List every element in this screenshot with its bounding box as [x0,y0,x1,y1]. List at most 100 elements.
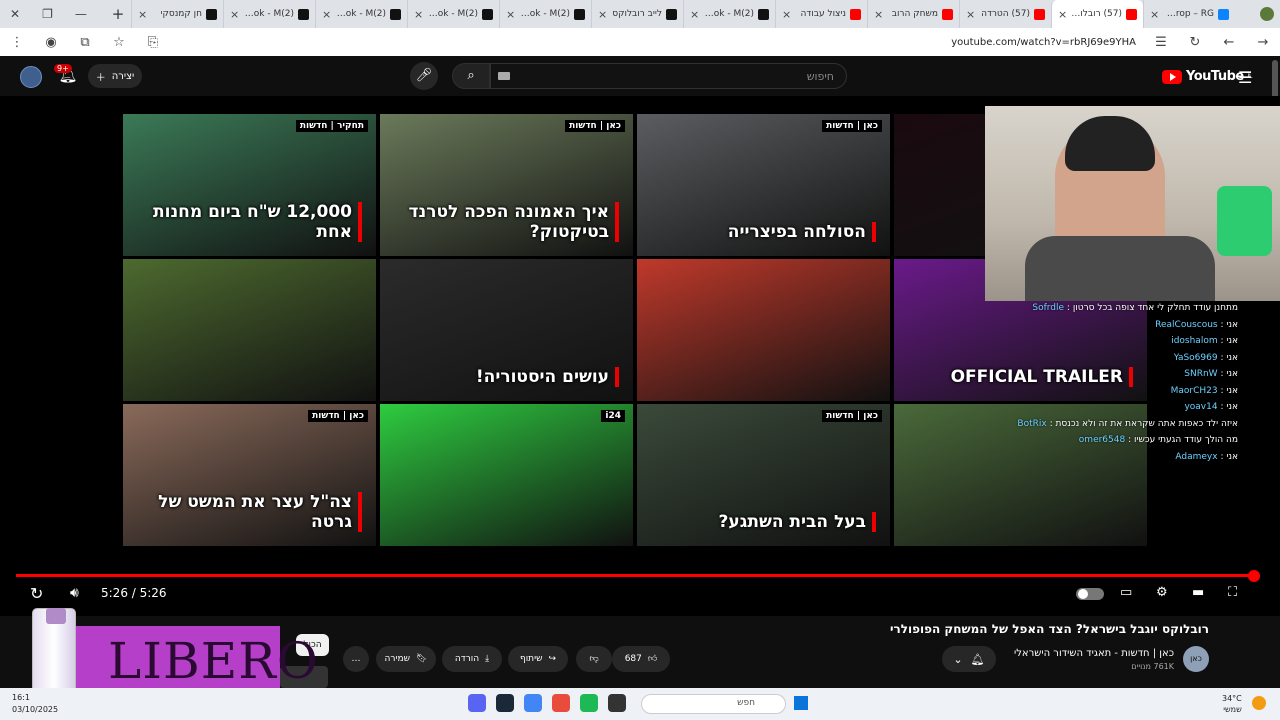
autoplay-toggle[interactable] [1076,588,1104,600]
endscreen-video-thumbnail[interactable]: i24 [380,404,633,546]
tab-close-icon[interactable]: × [506,8,515,21]
tab-close-icon[interactable]: × [782,8,791,21]
settings-gear-icon[interactable]: ⚙ [1156,585,1168,600]
weather-widget[interactable]: 34°C שמשי [1222,693,1242,715]
browser-tab[interactable]: (2)TikTok - M × [223,0,315,28]
headphones [1065,116,1155,171]
browser-tab[interactable]: (2)TikTok - M × [315,0,407,28]
endscreen-video-thumbnail[interactable] [637,259,890,401]
extension-icon[interactable]: ◉ [42,35,60,50]
url-field[interactable]: youtube.com/watch?v=rbRJ69e9YHA [178,37,1136,48]
side-panel-icon[interactable]: ⋮ [8,35,26,50]
endscreen-video-thumbnail[interactable] [123,259,376,401]
theater-mode-icon[interactable]: ▬ [1192,585,1204,600]
subscribed-bell-button[interactable]: ⌄ 🔔︎ [942,646,996,672]
browser-tab[interactable]: משחק הרוב × [867,0,959,28]
windows-start-icon[interactable] [794,696,808,710]
chat-text: אני [1226,402,1238,412]
chat-username: SNRnW [1184,369,1218,379]
tab-close-icon[interactable]: × [414,8,423,21]
hamburger-menu-icon[interactable]: ☰ [1238,68,1252,87]
share-label: שיתוף [519,654,543,664]
steam-icon[interactable] [496,694,514,712]
page-info-icon[interactable]: ⎘ [144,35,162,50]
chat-text: איזה ילד כאפות אתה שקראת את זה ולא נכנסת [1055,418,1238,429]
more-actions-button[interactable]: … [343,646,369,672]
page-scrollbar[interactable] [1272,60,1278,100]
tab-close-icon[interactable]: × [598,8,607,21]
terminal-icon[interactable] [608,694,626,712]
browser-tab[interactable]: (57) הטרדה × [959,0,1051,28]
dislike-button[interactable]: 👎︎ [576,646,612,672]
account-avatar[interactable] [20,66,42,88]
video-player[interactable]: תחקיר | חדשות 12,000 ש"ח ביום מחנות אחת כא… [0,96,1280,616]
streamer-shirt [1025,236,1215,301]
taskbar-clock[interactable]: 16:1 03/10/2025 [12,692,58,716]
fullscreen-icon[interactable]: ⛶ [1228,585,1237,600]
new-tab-button[interactable]: + [105,5,131,23]
create-button[interactable]: יצירה ＋ [88,64,142,88]
app-icon[interactable] [552,694,570,712]
endscreen-video-thumbnail[interactable]: כאן | חדשות איך האמונה הפכה לטרנד בטיקטוק… [380,114,633,256]
tab-close-icon[interactable]: × [966,8,975,21]
thumbs-up-icon: 👍︎ [647,654,658,664]
discord-icon[interactable] [468,694,486,712]
progress-scrubber[interactable] [1248,570,1260,582]
download-button[interactable]: ⤓ הורדה [442,646,502,672]
endscreen-video-thumbnail[interactable]: כאן | חדשות בעל הבית השתגע? [637,404,890,546]
chrome-icon[interactable] [524,694,542,712]
windows-taskbar: 16:1 03/10/2025 חפש 34°C שמשי [0,688,1280,720]
window-restore-button[interactable]: ❐ [42,7,53,21]
chat-username: YaSo6969 [1173,352,1218,363]
tab-title: ניצול עבודה [800,9,846,19]
browser-tab[interactable]: (2)TikTok - M × [683,0,775,28]
tab-close-icon[interactable]: × [230,8,239,21]
browser-profile-icon[interactable] [1260,7,1274,21]
endscreen-video-thumbnail[interactable]: כאן | חדשות צה"ל עצר את המשט של גרטה [123,404,376,546]
forward-button[interactable]: → [1254,35,1272,50]
browser-tab[interactable]: Airdrop – RG × [1143,0,1235,28]
window-close-button[interactable]: ✕ [10,7,20,21]
browser-tab[interactable]: (57) רובלוקס × [1051,0,1143,28]
tab-close-icon[interactable]: × [322,8,331,21]
share-button[interactable]: ↪ שיתוף [508,646,568,672]
bookmark-star-icon[interactable]: ☆ [110,35,128,50]
channel-avatar[interactable]: כאן [1183,646,1209,672]
channel-name[interactable]: כאן | חדשות - תאגיד השידור הישראלי [1014,648,1174,659]
channel-tag: כאן | חדשות [308,410,368,422]
chat-username: BotRix [1017,418,1047,429]
tab-close-icon[interactable]: × [690,8,699,21]
keyboard-icon[interactable] [498,72,510,80]
endscreen-video-thumbnail[interactable]: כאן | חדשות הסולחה בפיצרייה [637,114,890,256]
browser-tab[interactable]: לייב רובלוקס × [591,0,683,28]
like-button[interactable]: 👍︎ 687 [612,646,670,672]
browser-tab[interactable]: ניצול עבודה × [775,0,867,28]
window-minimize-button[interactable]: — [75,7,87,21]
tab-close-icon[interactable]: × [138,8,147,21]
chat-message: מה הולך עודד הגעתי עכשיו : omer6548 [1079,435,1238,445]
progress-bar[interactable] [16,574,1254,577]
tab-close-icon[interactable]: × [1150,8,1159,21]
search-input[interactable]: חיפוש [490,63,847,89]
reload-button[interactable]: ↻ [1186,35,1204,50]
browser-tab[interactable]: (2)TikTok - M × [407,0,499,28]
search-button[interactable]: ⌕ [452,63,490,89]
save-button[interactable]: 🔖︎ שמירה [376,646,436,672]
tab-close-icon[interactable]: × [874,8,883,21]
volume-icon[interactable]: 🔊︎ [70,585,79,601]
browser-tab[interactable]: (2)TikTok - M × [499,0,591,28]
channel-tag: כאן | חדשות [565,120,625,132]
voice-search-mic-icon[interactable]: 🎤︎ [410,62,438,90]
taskbar-search-input[interactable]: חפש [641,694,786,714]
replay-icon[interactable]: ↻ [30,584,43,603]
browser-tab[interactable]: חן קמנסקי × [131,0,223,28]
back-button[interactable]: ← [1220,35,1238,50]
site-settings-icon[interactable]: ☰ [1152,35,1170,50]
endscreen-video-thumbnail[interactable]: עושים היסטוריה! [380,259,633,401]
tab-close-icon[interactable]: × [1058,8,1067,21]
endscreen-video-thumbnail[interactable]: תחקיר | חדשות 12,000 ש"ח ביום מחנות אחת [123,114,376,256]
subtitles-icon[interactable]: ▭ [1120,585,1132,600]
puzzle-icon[interactable]: ⧉ [76,35,94,50]
spotify-icon[interactable] [580,694,598,712]
chat-message: מתחנן עודד תחלק לי אחד צופה בכל סרטון : … [1032,303,1238,313]
